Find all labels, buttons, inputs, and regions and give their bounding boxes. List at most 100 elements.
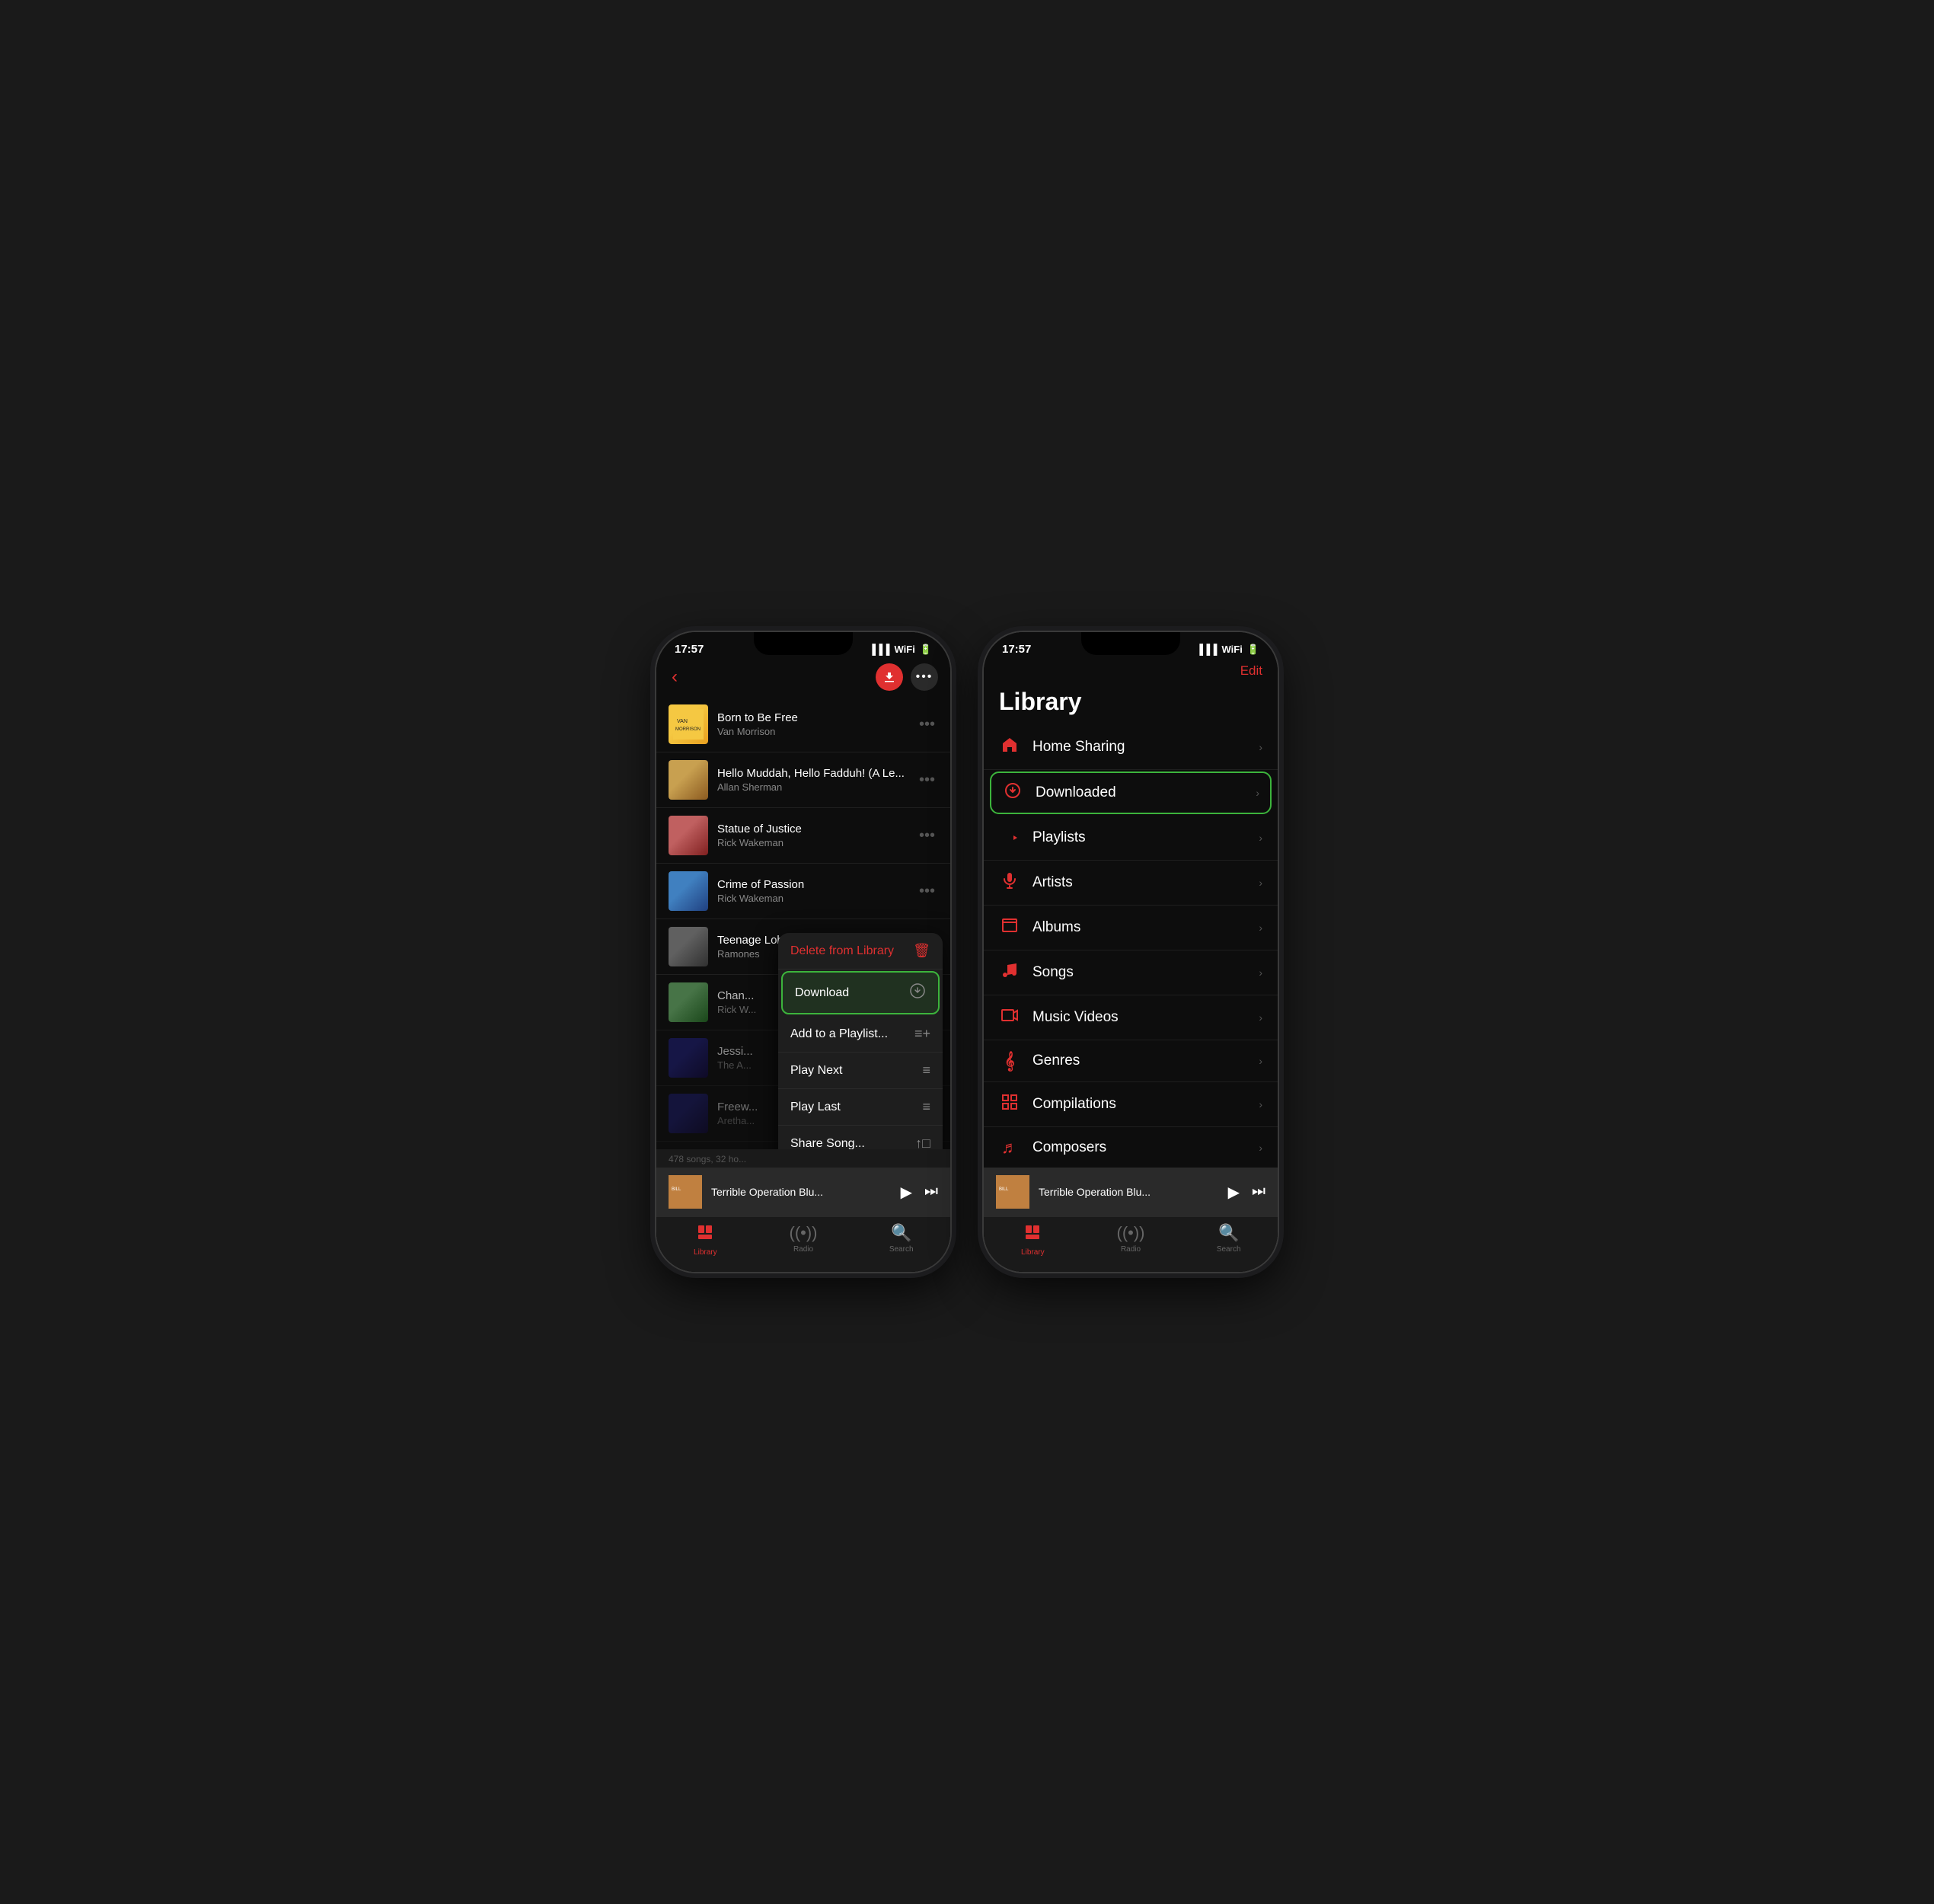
artists-icon xyxy=(999,871,1020,894)
lib-item-albums[interactable]: Albums › xyxy=(984,906,1278,950)
home-sharing-label: Home Sharing xyxy=(1032,739,1246,756)
album-art-8 xyxy=(669,1094,708,1133)
radio-tab-icon-right: ((•)) xyxy=(1117,1223,1145,1243)
notch-right xyxy=(1081,632,1180,655)
song-artist-3: Rick Wakeman xyxy=(717,837,907,848)
more-nav-button[interactable]: ••• xyxy=(911,663,938,691)
song-more-2[interactable]: ••• xyxy=(916,768,938,792)
back-button[interactable]: ‹ xyxy=(669,663,681,691)
playlists-chevron: › xyxy=(1259,832,1262,844)
tab-library-right[interactable]: Library xyxy=(984,1223,1082,1257)
mini-player-art-right: BILL xyxy=(996,1175,1029,1209)
song-more-4[interactable]: ••• xyxy=(916,880,938,903)
home-sharing-chevron: › xyxy=(1259,741,1262,753)
ctx-play-next-label: Play Next xyxy=(790,1064,842,1078)
play-button-right[interactable]: ▶ xyxy=(1228,1183,1240,1202)
tab-library-label-left: Library xyxy=(694,1248,717,1257)
nav-bar-left: ‹ ••• xyxy=(656,660,950,697)
ctx-delete-icon: 🗑 xyxy=(913,943,930,959)
song-info-2: Hello Muddah, Hello Fadduh! (A Le... All… xyxy=(717,767,907,793)
library-list: Home Sharing › Downloaded › xyxy=(984,725,1278,1168)
search-tab-icon-left: 🔍 xyxy=(891,1223,911,1243)
lib-item-composers[interactable]: ♬ Composers › xyxy=(984,1127,1278,1168)
song-artist-1: Van Morrison xyxy=(717,726,907,737)
tab-library-left[interactable]: Library xyxy=(656,1223,755,1257)
ctx-share[interactable]: Share Song... ↑□ xyxy=(778,1126,943,1149)
forward-button-right[interactable]: ⏭ xyxy=(1252,1183,1265,1202)
forward-button-left[interactable]: ⏭ xyxy=(924,1183,938,1202)
song-list: VAN MORRISON Born to Be Free Van Morriso… xyxy=(656,697,950,1149)
song-item-2[interactable]: Hello Muddah, Hello Fadduh! (A Le... All… xyxy=(656,752,950,808)
mini-player-info-left: Terrible Operation Blu... xyxy=(711,1186,892,1198)
lib-item-music-videos[interactable]: Music Videos › xyxy=(984,995,1278,1040)
song-count-text: 478 songs, 32 ho... xyxy=(669,1154,746,1164)
time-left: 17:57 xyxy=(675,643,704,656)
lib-item-compilations[interactable]: Compilations › xyxy=(984,1082,1278,1127)
playlists-label: Playlists xyxy=(1032,829,1246,846)
song-item-3[interactable]: Statue of Justice Rick Wakeman ••• xyxy=(656,808,950,864)
lib-item-songs[interactable]: Songs › xyxy=(984,950,1278,995)
library-title: Library xyxy=(984,685,1278,725)
tab-search-right[interactable]: 🔍 Search xyxy=(1179,1223,1278,1257)
lib-item-home-sharing[interactable]: Home Sharing › xyxy=(984,725,1278,770)
genres-icon: 𝄞 xyxy=(999,1051,1020,1071)
svg-text:BILL: BILL xyxy=(672,1187,681,1192)
album-art-2 xyxy=(669,760,708,800)
tab-radio-label-left: Radio xyxy=(793,1245,813,1254)
tab-radio-right[interactable]: ((•)) Radio xyxy=(1082,1223,1180,1257)
right-screen: 17:57 ▐▐▐ WiFi 🔋 Edit Library Home Sh xyxy=(984,632,1278,1272)
songs-chevron: › xyxy=(1259,966,1262,979)
playlist-icon xyxy=(1001,826,1019,845)
mini-player-controls-left: ▶ ⏭ xyxy=(901,1183,938,1202)
video-icon xyxy=(1001,1006,1019,1024)
tab-radio-label-right: Radio xyxy=(1121,1245,1141,1254)
lib-item-downloaded[interactable]: Downloaded › xyxy=(990,772,1272,814)
lib-item-genres[interactable]: 𝄞 Genres › xyxy=(984,1040,1278,1082)
ctx-download[interactable]: Download xyxy=(781,971,940,1014)
ctx-share-icon: ↑□ xyxy=(915,1136,930,1149)
ctx-play-next-icon: ≡ xyxy=(922,1062,930,1078)
ctx-play-last[interactable]: Play Last ≡ xyxy=(778,1089,943,1126)
music-videos-icon xyxy=(999,1006,1020,1029)
tab-radio-left[interactable]: ((•)) Radio xyxy=(755,1223,853,1257)
library-icon-left xyxy=(696,1223,714,1241)
status-icons-right: ▐▐▐ WiFi 🔋 xyxy=(1196,644,1259,656)
mini-player-right[interactable]: BILL Terrible Operation Blu... ▶ ⏭ xyxy=(984,1168,1278,1216)
ctx-add-playlist[interactable]: Add to a Playlist... ≡+ xyxy=(778,1016,943,1053)
edit-button[interactable]: Edit xyxy=(1240,663,1262,679)
ctx-share-label: Share Song... xyxy=(790,1137,865,1150)
song-more-1[interactable]: ••• xyxy=(916,713,938,736)
song-more-3[interactable]: ••• xyxy=(916,824,938,848)
artists-label: Artists xyxy=(1032,874,1246,891)
tab-search-left[interactable]: 🔍 Search xyxy=(852,1223,950,1257)
status-icons-left: ▐▐▐ WiFi 🔋 xyxy=(869,644,932,656)
song-item-1[interactable]: VAN MORRISON Born to Be Free Van Morriso… xyxy=(656,697,950,752)
left-phone: 17:57 ▐▐▐ WiFi 🔋 ‹ ••• xyxy=(655,631,952,1273)
signal-icon-right: ▐▐▐ xyxy=(1196,644,1218,655)
composers-icon: ♬ xyxy=(999,1138,1020,1158)
download-nav-button[interactable] xyxy=(876,663,903,691)
ctx-download-icon xyxy=(909,982,926,1003)
song-info-1: Born to Be Free Van Morrison xyxy=(717,711,907,737)
search-tab-icon-right: 🔍 xyxy=(1218,1223,1239,1243)
genres-label: Genres xyxy=(1032,1053,1246,1069)
play-button-left[interactable]: ▶ xyxy=(901,1183,912,1202)
albums-label: Albums xyxy=(1032,919,1246,936)
ctx-play-next[interactable]: Play Next ≡ xyxy=(778,1053,943,1089)
albums-icon xyxy=(999,916,1020,939)
song-info-4: Crime of Passion Rick Wakeman xyxy=(717,878,907,904)
music-videos-chevron: › xyxy=(1259,1011,1262,1024)
mini-player-title-right: Terrible Operation Blu... xyxy=(1039,1186,1219,1198)
house-icon xyxy=(1001,736,1019,754)
mini-player-controls-right: ▶ ⏭ xyxy=(1228,1183,1265,1202)
album-art-6 xyxy=(669,982,708,1022)
grid-icon xyxy=(1001,1093,1019,1111)
lib-item-artists[interactable]: Artists › xyxy=(984,861,1278,906)
ctx-delete[interactable]: Delete from Library 🗑 xyxy=(778,933,943,970)
song-item-4[interactable]: Crime of Passion Rick Wakeman ••• xyxy=(656,864,950,919)
notch xyxy=(754,632,853,655)
genres-letter-icon: 𝄞 xyxy=(1004,1051,1014,1070)
disc-icon xyxy=(1001,916,1019,934)
lib-item-playlists[interactable]: Playlists › xyxy=(984,816,1278,861)
mini-player-left[interactable]: BILL Terrible Operation Blu... ▶ ⏭ xyxy=(656,1168,950,1216)
